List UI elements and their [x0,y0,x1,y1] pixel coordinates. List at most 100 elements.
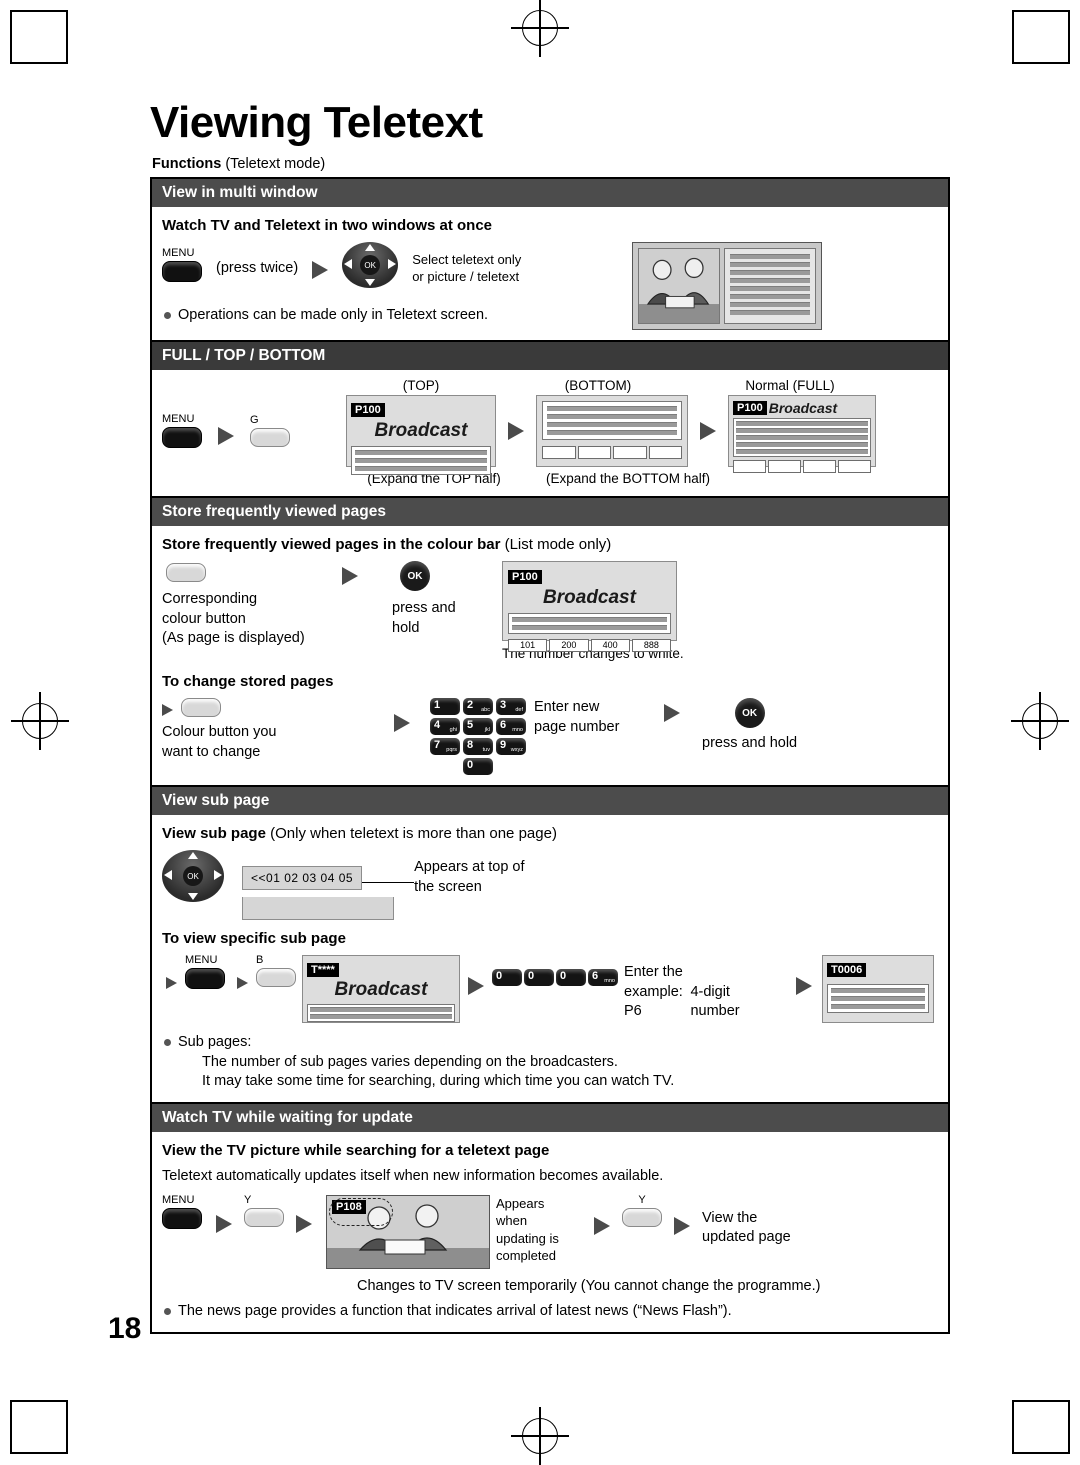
select-teletext-caption: Select teletext only or picture / telete… [412,251,521,286]
menu-key-label: MENU [162,247,195,260]
crop-mark-top-left-v [66,10,68,62]
appears-line2: the screen [414,878,482,895]
num-key-6[interactable]: 6 mno [496,718,526,736]
colour-button-you-label: Colour button you [162,724,277,741]
appears-when-line3: updating is [496,1230,559,1246]
num-key-digit: 1 [434,699,441,712]
step-arrow-icon-12 [796,977,812,996]
step-arrow-icon-6 [162,703,173,716]
sub-page-result-lines [827,984,929,1014]
num-key-9[interactable]: 9 wxyz [496,738,526,756]
screen-bottom-half [536,395,688,468]
section-bar-full-top-bottom: FULL / TOP / BOTTOM [152,342,948,371]
screen-full-broadcast: Broadcast [768,400,838,417]
select-teletext-line2: or picture / teletext [412,269,520,285]
dpad-right-icon [388,259,397,270]
num-key-digit: 7 [434,739,441,752]
num-key-5[interactable]: 5 jkl [463,718,493,736]
menu-button-3[interactable] [185,968,225,990]
functions-line: Functions (Teletext mode) [152,156,950,172]
menu-button[interactable] [162,261,202,283]
num-key-sub: pqrs [446,746,457,753]
section-full-top-bottom: (TOP) (BOTTOM) Normal (FULL) MENU G P100… [152,370,948,499]
ok-button-confirm[interactable]: OK [734,698,765,729]
sub-num-key-0c[interactable]: 0 [556,969,586,987]
colour-cell [803,460,836,474]
change-stored-pages-head: To change stored pages [162,673,334,691]
section-sub-page: View sub page (Only when teletext is mor… [152,815,948,1104]
sub-num-key-0b[interactable]: 0 [524,969,554,987]
menu-key-label-2: MENU [162,413,195,426]
section-watch-update: View the TV picture while searching for … [152,1132,948,1332]
num-key-4[interactable]: 4 ghi [430,718,460,736]
num-key-3[interactable]: 3 def [496,698,526,716]
sub-pages-note-2: It may take some time for searching, dur… [202,1073,675,1090]
updated-page-label: updated page [702,1229,791,1246]
sub-num-key-6[interactable]: 6 mno [588,969,618,987]
as-page-displayed-label: (As page is displayed) [162,630,305,647]
screen-top-broadcast: Broadcast [374,420,468,442]
step-arrow-icon-10 [237,977,248,990]
page-title: Viewing Teletext [150,98,483,147]
dpad-right-icon-2 [214,870,222,881]
crop-mark-bottom-right-corner-h [1012,1452,1070,1454]
four-digit-label: 4-digit number [690,983,740,1020]
step-arrow-icon-16 [674,1216,690,1235]
num-key-digit: 0 [467,759,474,772]
crop-mark-bottom-right-h [1012,1400,1070,1402]
caption-bottom: (BOTTOM) [564,378,632,394]
num-key-7[interactable]: 7 pqrs [430,738,460,756]
dpad-control[interactable]: OK [342,242,399,289]
enter-the-label: Enter the [624,964,683,981]
step-arrow-icon-13 [216,1214,232,1233]
sub-num-key-0a[interactable]: 0 [492,969,522,987]
appears-top-caption: Appears at top of the screen [414,858,524,897]
b-colour-button[interactable] [256,968,296,988]
screen-full-page-code: P100 [733,401,767,416]
menu-key-label-4: MENU [162,1193,195,1206]
page-number: 18 [108,1312,142,1345]
menu-button-4[interactable] [162,1207,202,1229]
crop-mark-top-right-corner-h [1012,10,1070,12]
step-arrow-icon-9 [166,977,177,990]
num-key-digit: 9 [500,739,507,752]
y-colour-button-2[interactable] [622,1207,662,1227]
sub-page-subhead-bold: View sub page [162,825,266,843]
subpage-ticker-text: <<01 02 03 04 05 [251,870,354,885]
functions-label: Functions [152,156,222,173]
store-page-broadcast: Broadcast [543,587,636,609]
ok-button-store[interactable]: OK [400,561,430,592]
colour-button-change[interactable] [181,698,221,718]
want-to-change-label: want to change [162,743,261,760]
b-key-label: B [256,954,264,967]
num-key-sub: ghi [449,726,457,733]
g-colour-button[interactable] [250,428,290,448]
y-key-label: Y [244,1193,252,1206]
colour-cell [613,446,647,460]
dpad-control-subpage[interactable]: OK [162,850,224,903]
num-key-sub: def [515,706,523,713]
store-page-code: P100 [508,570,542,585]
section-store-pages: Store frequently viewed pages in the col… [152,526,948,788]
num-key-0[interactable]: 0 [463,758,493,776]
num-key-8[interactable]: 8 tuv [463,738,493,756]
menu-button-2[interactable] [162,427,202,449]
functions-mode: (Teletext mode) [225,156,326,173]
crop-mark-bottom-left-h [10,1400,68,1402]
colour-button-key[interactable] [166,563,206,583]
numeric-keypad[interactable]: 1 2 abc 3 def 4 ghi 5 jkl 6 mno 7 pqrs 8 tuv 9w… [430,698,526,776]
step-arrow-icon-4 [700,422,716,441]
view-the-label: View the [702,1209,758,1226]
crop-mark-top-right-h [1012,62,1070,64]
screen-updating-preview: P108 [326,1194,490,1269]
colour-cell [648,446,682,460]
screen-store-page: P100 Broadcast 101 200 400 888 [502,561,677,653]
sub-page-code: T**** [307,963,339,978]
registration-mark-top [511,0,569,57]
people-illustration-icon [639,249,719,324]
page-number-label: page number [534,718,620,735]
y-colour-button[interactable] [244,1207,284,1227]
store-pages-subhead-bold: Store frequently viewed pages in the col… [162,536,501,554]
num-key-1[interactable]: 1 [430,698,460,716]
num-key-2[interactable]: 2 abc [463,698,493,716]
